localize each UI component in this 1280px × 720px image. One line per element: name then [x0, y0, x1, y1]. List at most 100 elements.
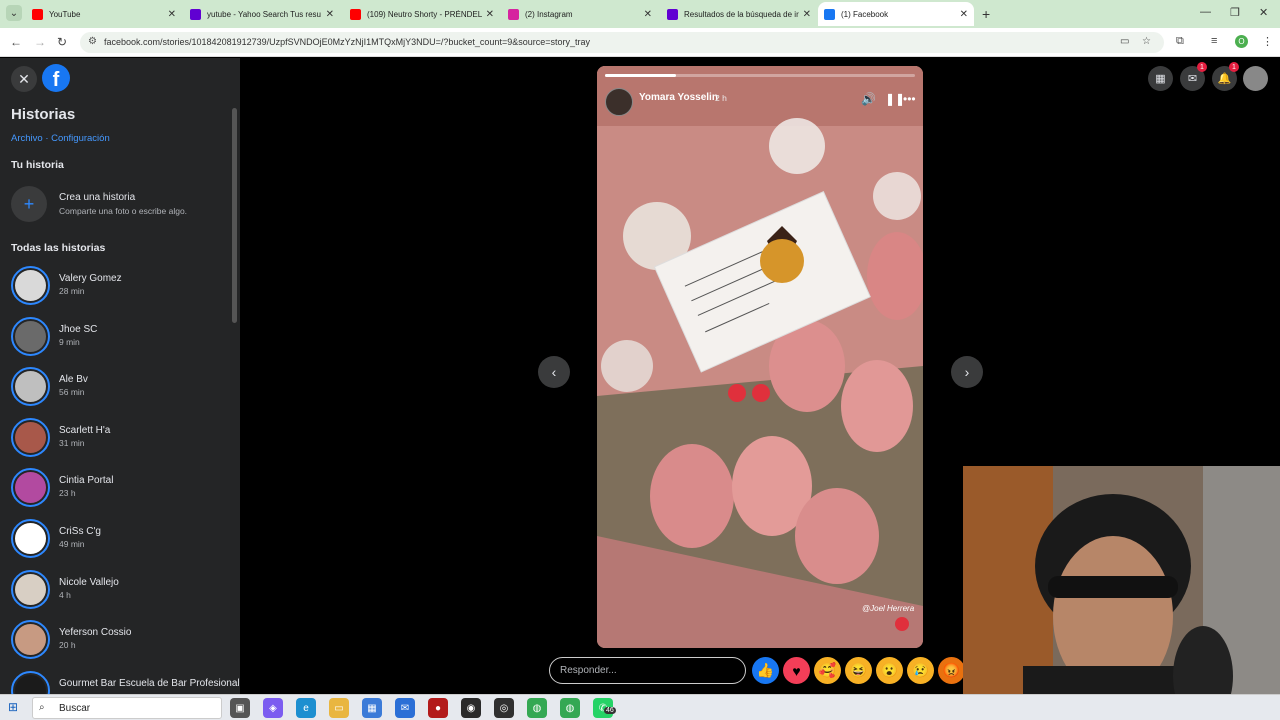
story-name: Gourmet Bar Escuela de Bar Profesional [59, 677, 240, 689]
story-card[interactable]: Yomara Yosselin 2 h 🔊 ❚❚ ••• @Joel Herre… [597, 66, 923, 648]
whatsapp-badge: 46 [604, 707, 616, 714]
story-list-item[interactable]: CriSs C'g 49 min [11, 519, 226, 559]
media-control-icon[interactable]: ≡ [1211, 35, 1217, 47]
webcam-image [963, 466, 1280, 720]
story-avatar [11, 266, 50, 305]
archive-settings-links[interactable]: Archivo · Configuración [11, 133, 110, 144]
browser-tab[interactable]: (109) Neutro Shorty - PRÉNDEL ✕ [344, 2, 500, 26]
browser-toolbar: ← → ↻ ⚙ facebook.com/stories/10184208191… [0, 28, 1280, 57]
menu-grid-icon[interactable]: ▦ [1148, 66, 1173, 91]
story-list-item[interactable]: Gourmet Bar Escuela de Bar Profesional [11, 670, 240, 694]
close-tab-icon[interactable]: ✕ [644, 9, 658, 20]
story-time: 31 min [59, 437, 85, 448]
story-list-item[interactable]: Nicole Vallejo 4 h [11, 569, 226, 610]
mail-icon[interactable]: ✉ [395, 698, 415, 718]
copilot-icon[interactable]: ◈ [263, 698, 283, 718]
reply-input[interactable]: Responder... [549, 657, 746, 684]
more-options-icon[interactable]: ••• [903, 92, 916, 106]
previous-story-arrow[interactable]: ‹ [538, 356, 570, 388]
site-info-icon[interactable]: ⚙ [88, 36, 97, 47]
chrome-profile-icon[interactable]: ◍ [560, 698, 580, 718]
facebook-logo-icon[interactable]: f [42, 64, 70, 92]
story-name: Cintia Portal [59, 475, 114, 487]
taskbar-search[interactable]: ⌕ Buscar [32, 697, 222, 719]
story-list-item[interactable]: Valery Gomez 28 min [11, 266, 226, 306]
maximize-button[interactable]: ❐ [1230, 6, 1240, 19]
reaction-bar: 👍 ♥ 🥰 😆 😮 😢 😡 [752, 657, 965, 685]
back-icon[interactable]: ← [10, 35, 22, 49]
cast-icon[interactable]: ▭ [1120, 36, 1129, 47]
reload-icon[interactable]: ↻ [57, 35, 67, 49]
close-icon[interactable]: ✕ [11, 66, 37, 92]
story-progress-fill [605, 74, 677, 77]
windows-taskbar: ⊞ ⌕ Buscar ▣ ◈ e ▭ ▦ ✉ ● ◉ ◎ ◍ ◍ ✆ 46 [0, 694, 1280, 720]
file-explorer-icon[interactable]: ▭ [329, 698, 349, 718]
wow-reaction-icon[interactable]: 😮 [876, 657, 903, 684]
close-window-button[interactable]: ✕ [1259, 6, 1268, 19]
story-image [597, 66, 923, 648]
browser-tab[interactable]: (1) Facebook ✕ [818, 2, 974, 26]
create-story-button[interactable]: + Crea una historia Comparte una foto o … [11, 186, 226, 222]
taskbar-search-label: Buscar [59, 703, 91, 714]
like-reaction-icon[interactable]: 👍 [752, 657, 779, 684]
close-tab-icon[interactable]: ✕ [486, 9, 500, 20]
browser-tab[interactable]: yutube - Yahoo Search Tus resu ✕ [184, 2, 340, 26]
browser-tab[interactable]: YouTube ✕ [26, 2, 182, 26]
close-tab-icon[interactable]: ✕ [168, 9, 182, 20]
tab-search-button[interactable]: ⌄ [6, 5, 22, 21]
scrollbar-thumb[interactable] [232, 108, 237, 323]
profile-avatar[interactable]: O [1235, 35, 1248, 48]
browser-menu-icon[interactable]: ⋮ [1262, 35, 1273, 48]
extensions-icon[interactable]: ⧉ [1176, 35, 1184, 48]
story-list-item[interactable]: Yeferson Cossio 20 h [11, 620, 226, 660]
task-view-icon[interactable]: ▣ [230, 698, 250, 718]
story-name: CriSs C'g [59, 526, 101, 537]
chrome-icon[interactable]: ◍ [527, 698, 547, 718]
story-time: 9 min [59, 336, 80, 347]
sidebar-scrollbar[interactable] [232, 98, 237, 688]
story-watermark: @Joel Herrera [862, 604, 915, 613]
story-list-item[interactable]: Jhoe SC 9 min [11, 316, 226, 357]
forward-icon[interactable]: → [34, 35, 46, 49]
sad-reaction-icon[interactable]: 😢 [907, 657, 934, 684]
new-tab-button[interactable]: + [982, 6, 990, 22]
account-avatar[interactable] [1243, 66, 1268, 91]
haha-reaction-icon[interactable]: 😆 [845, 657, 872, 684]
bookmark-star-icon[interactable]: ☆ [1142, 36, 1151, 47]
story-avatar [11, 620, 50, 660]
tab-strip: ⌄ YouTube ✕ yutube - Yahoo Search Tus re… [0, 0, 1280, 28]
edge-icon[interactable]: e [296, 698, 316, 718]
windows-start-icon[interactable]: ⊞ [8, 700, 18, 714]
story-name: Valery Gomez [59, 273, 122, 284]
author-avatar[interactable] [605, 88, 633, 116]
tab-title: Resultados de la búsqueda de ir [684, 9, 799, 19]
app-red-icon[interactable]: ● [428, 698, 448, 718]
close-tab-icon[interactable]: ✕ [960, 9, 974, 20]
story-list-item[interactable]: Cintia Portal 23 h [11, 468, 226, 508]
close-tab-icon[interactable]: ✕ [326, 9, 340, 20]
minimize-button[interactable]: — [1200, 6, 1211, 18]
your-story-heading: Tu historia [11, 159, 64, 171]
browser-tab[interactable]: (2) Instagram ✕ [502, 2, 658, 26]
tab-title: YouTube [49, 9, 81, 19]
story-list-item[interactable]: Ale Bv 56 min [11, 367, 226, 407]
close-tab-icon[interactable]: ✕ [803, 9, 817, 20]
author-name[interactable]: Yomara Yosselin [639, 92, 718, 103]
story-time: 49 min [59, 539, 85, 549]
tab-title: yutube - Yahoo Search Tus resu [207, 9, 321, 19]
browser-tab[interactable]: Resultados de la búsqueda de ir ✕ [661, 2, 817, 26]
next-story-arrow[interactable]: › [951, 356, 983, 388]
yahoo-icon [667, 8, 678, 20]
store-icon[interactable]: ▦ [362, 698, 382, 718]
address-bar[interactable]: ⚙ facebook.com/stories/101842081912739/U… [80, 32, 1164, 53]
obs-icon[interactable]: ◉ [461, 698, 481, 718]
story-name: Nicole Vallejo [59, 576, 119, 588]
story-list-item[interactable]: Scarlett H'a 31 min [11, 417, 226, 458]
stories-sidebar: ✕ f Historias Archivo · Configuración Tu… [0, 58, 240, 694]
love-reaction-icon[interactable]: ♥ [783, 657, 810, 684]
plus-icon: + [11, 186, 47, 222]
angry-reaction-icon[interactable]: 😡 [938, 657, 965, 684]
care-reaction-icon[interactable]: 🥰 [814, 657, 841, 684]
app-ring-icon[interactable]: ◎ [494, 698, 514, 718]
volume-icon[interactable]: 🔊 [861, 92, 876, 106]
